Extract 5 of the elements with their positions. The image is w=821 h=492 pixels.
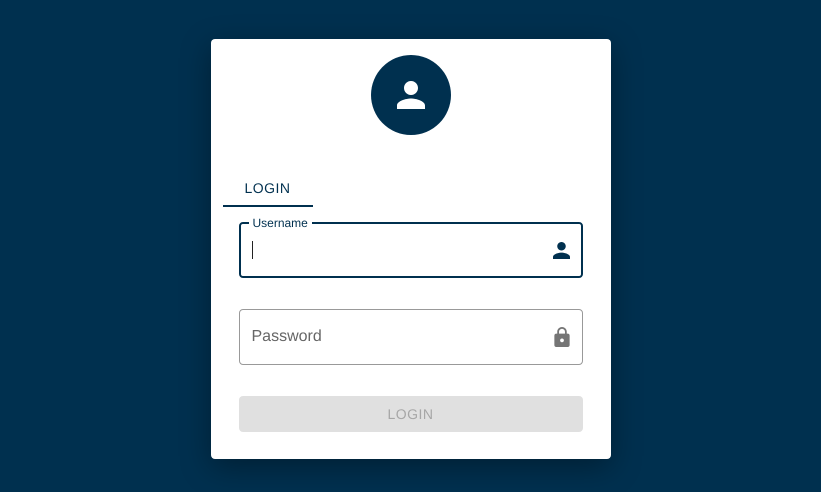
password-field[interactable]: Password [238,309,582,365]
lock-icon [554,326,570,348]
person-icon [396,81,424,109]
person-icon [552,242,570,258]
login-tab[interactable]: LOGIN [222,167,312,207]
